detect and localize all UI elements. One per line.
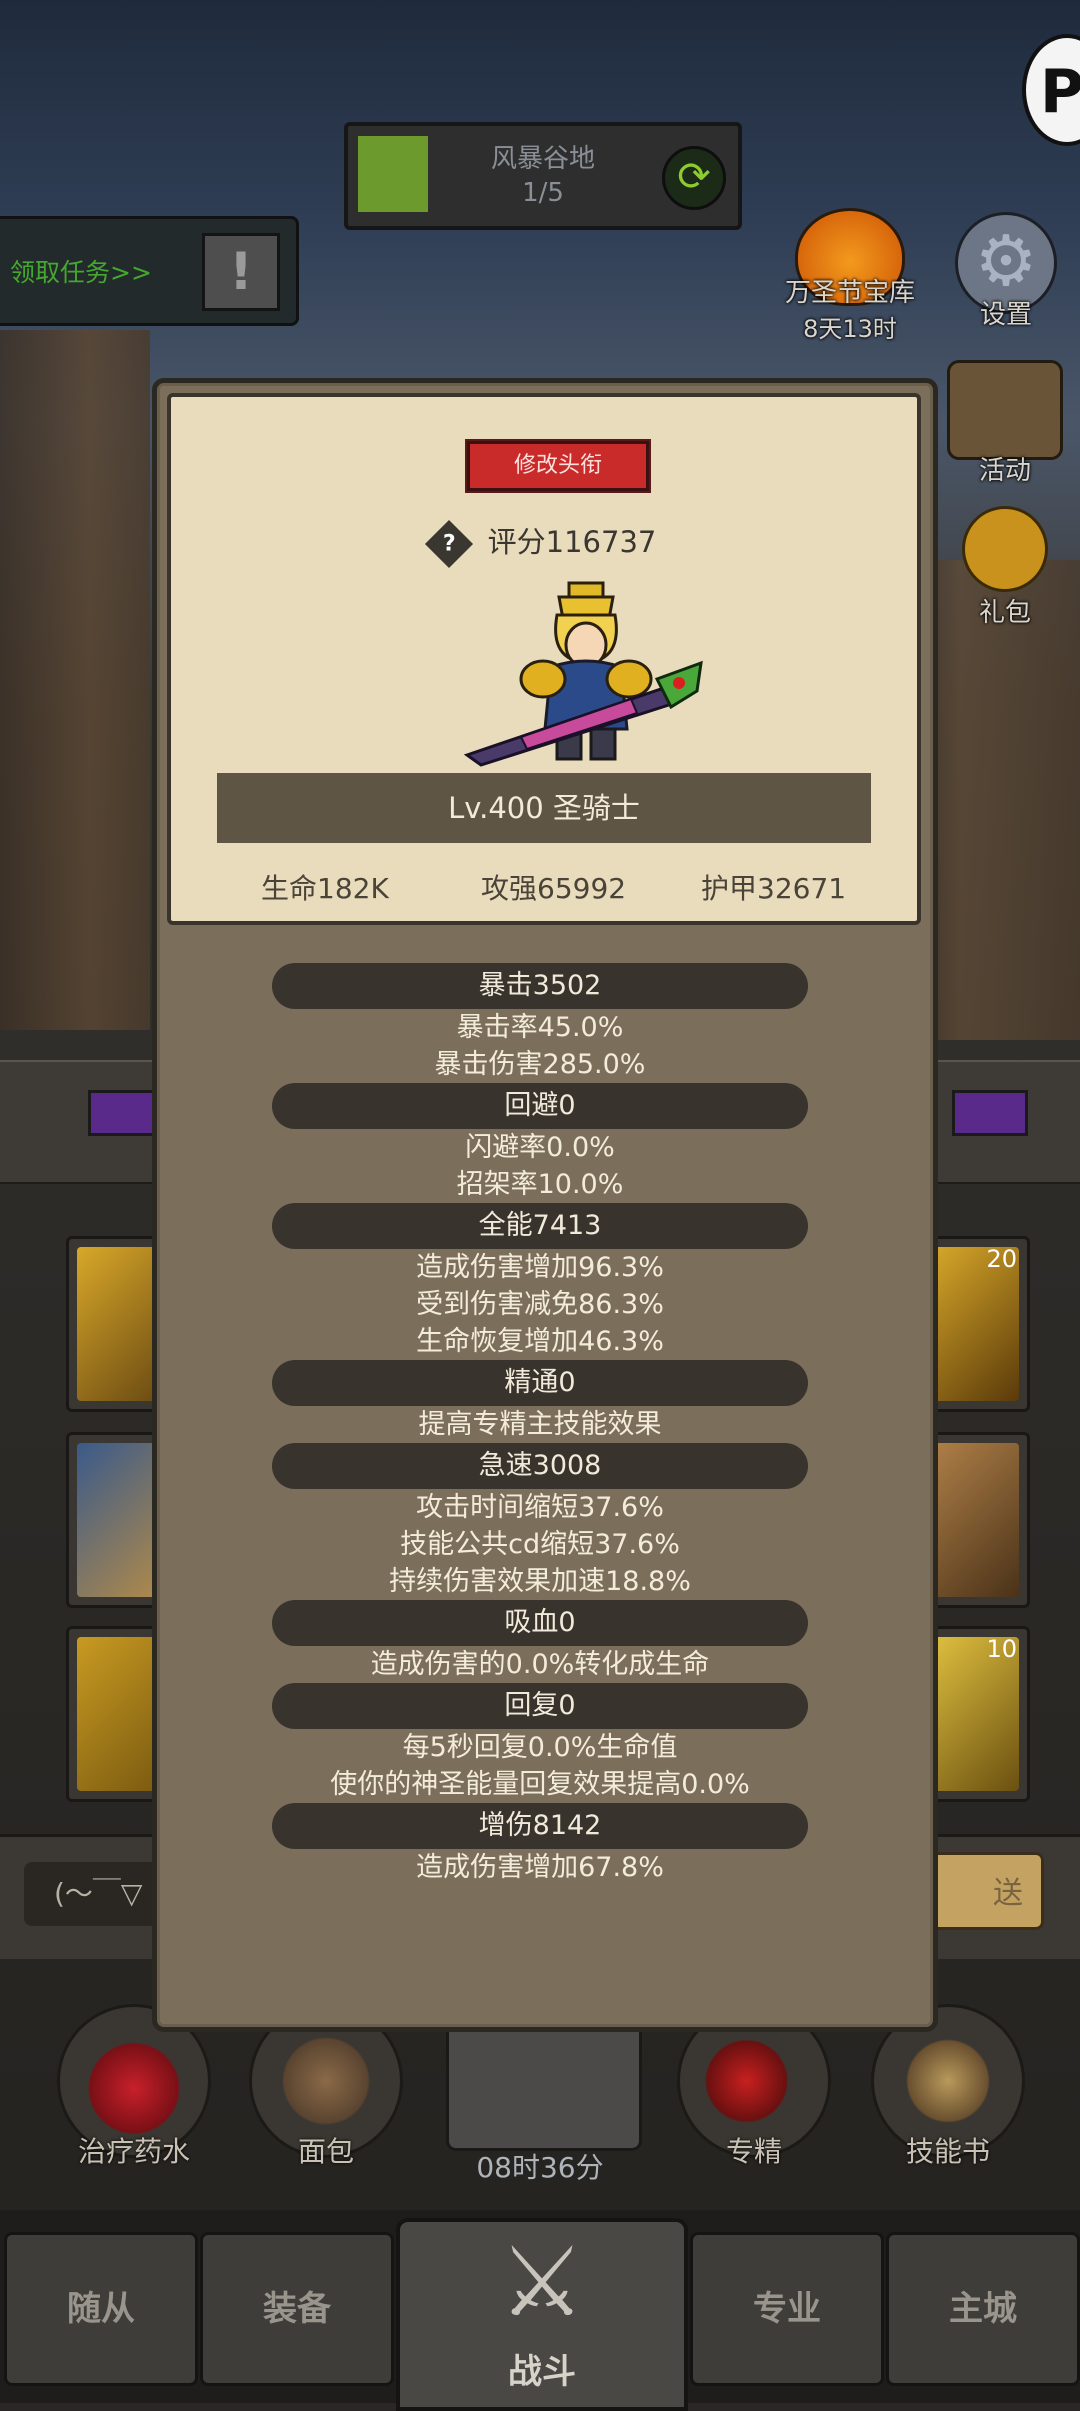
send-button[interactable]: 送 — [930, 1852, 1044, 1930]
score-value: 评分116737 — [487, 525, 657, 559]
attribute-header: 增伤8142 — [272, 1803, 808, 1849]
score-row: ? 评分116737 — [171, 519, 917, 569]
stat-attack: 攻强65992 — [481, 872, 627, 905]
attribute-detail: 生命恢复增加46.3% — [416, 1326, 664, 1357]
gift-icon — [962, 506, 1048, 592]
settings-button[interactable]: ⚙ 设置 — [946, 212, 1066, 331]
paladin-avatar — [463, 581, 703, 767]
activity-label: 活动 — [978, 456, 1031, 486]
slot-count: 10 — [986, 1635, 1017, 1663]
spec-label: 专精 — [725, 2135, 782, 2168]
activity-button[interactable]: 活动 — [940, 360, 1070, 487]
attribute-detail: 受到伤害减免86.3% — [416, 1289, 664, 1320]
attribute-list: 暴击3502 暴击率45.0% 暴击伤害285.0% 回避0 闪避率0.0% 招… — [167, 963, 913, 1886]
crossed-swords-icon: ⚔ — [498, 2226, 586, 2338]
rename-title-button[interactable]: 修改头衔 — [467, 441, 649, 491]
tab-city[interactable]: 主城 — [886, 2232, 1080, 2386]
attribute-detail: 提高专精主技能效果 — [418, 1409, 662, 1440]
attribute-header: 回复0 — [272, 1683, 808, 1729]
attribute-group: 增伤8142 造成伤害增加67.8% — [167, 1803, 913, 1886]
character-card: 修改头衔 ? 评分116737 Lv.400 圣骑士 生命182K 攻强65992… — [167, 393, 921, 925]
attribute-group: 暴击3502 暴击率45.0% 暴击伤害285.0% — [167, 963, 913, 1083]
attribute-header: 吸血0 — [272, 1600, 808, 1646]
attribute-group: 急速3008 攻击时间缩短37.6% 技能公共cd缩短37.6% 持续伤害效果加… — [167, 1443, 913, 1600]
attribute-header: 全能7413 — [272, 1203, 808, 1249]
attribute-header: 急速3008 — [272, 1443, 808, 1489]
halloween-vault-button[interactable]: 万圣节宝库 8天13时 — [780, 208, 920, 344]
quest-label: 领取任务>> — [10, 258, 152, 287]
attribute-detail: 使你的神圣能量回复效果提高0.0% — [330, 1769, 750, 1800]
attribute-detail: 攻击时间缩短37.6% — [416, 1492, 664, 1523]
attribute-detail: 造成伤害增加67.8% — [416, 1852, 664, 1883]
potion-label: 治疗药水 — [77, 2135, 190, 2168]
stat-armor: 护甲32671 — [701, 872, 847, 905]
stat-hp: 生命182K — [261, 872, 389, 905]
attribute-group: 精通0 提高专精主技能效果 — [167, 1360, 913, 1443]
attribute-detail: 造成伤害增加96.3% — [416, 1252, 664, 1283]
tab-profession[interactable]: 专业 — [690, 2232, 884, 2386]
slot-count: 20 — [986, 1245, 1017, 1273]
attribute-group: 回复0 每5秒回复0.0%生命值 使你的神圣能量回复效果提高0.0% — [167, 1683, 913, 1803]
attribute-group: 全能7413 造成伤害增加96.3% 受到伤害减免86.3% 生命恢复增加46.… — [167, 1203, 913, 1360]
tab-followers[interactable]: 随从 — [4, 2232, 198, 2386]
tab-battle[interactable]: ⚔ 战斗 — [396, 2218, 688, 2411]
zone-progress: 1/5 — [522, 178, 564, 208]
quest-button[interactable]: 领取任务>> ! — [0, 216, 299, 326]
halloween-label: 万圣节宝库 — [784, 278, 915, 308]
gift-button[interactable]: 礼包 — [950, 506, 1060, 629]
exp-bar-right — [952, 1090, 1028, 1136]
attribute-detail: 招架率10.0% — [456, 1169, 624, 1200]
attribute-group: 吸血0 造成伤害的0.0%转化成生命 — [167, 1600, 913, 1683]
notice-board-icon — [947, 360, 1063, 460]
attribute-detail: 持续伤害效果加速18.8% — [389, 1566, 691, 1597]
character-info-panel: 修改头衔 ? 评分116737 Lv.400 圣骑士 生命182K 攻强65992… — [152, 378, 938, 2032]
zone-indicator: 风暴谷地 1/5 ⟳ — [344, 122, 742, 230]
attribute-header: 回避0 — [272, 1083, 808, 1129]
chest-timer: 08时36分 — [476, 2151, 604, 2184]
scenery-left — [0, 330, 150, 1030]
zone-progress-fill — [358, 136, 428, 212]
attribute-detail: 每5秒回复0.0%生命值 — [402, 1732, 678, 1763]
bread-label: 面包 — [297, 2135, 354, 2168]
help-icon[interactable]: ? — [424, 519, 473, 569]
tab-battle-label: 战斗 — [508, 2352, 576, 2392]
attribute-detail: 造成伤害的0.0%转化成生命 — [370, 1649, 710, 1680]
attribute-header: 精通0 — [272, 1360, 808, 1406]
attribute-detail: 暴击率45.0% — [456, 1012, 624, 1043]
settings-label: 设置 — [979, 300, 1032, 330]
attribute-header: 暴击3502 — [272, 963, 808, 1009]
refresh-icon[interactable]: ⟳ — [662, 146, 726, 210]
attribute-detail: 技能公共cd缩短37.6% — [400, 1529, 680, 1560]
attribute-group: 回避0 闪避率0.0% 招架率10.0% — [167, 1083, 913, 1203]
chat-input[interactable]: (～￣▽ — [24, 1862, 170, 1926]
level-class-band: Lv.400 圣骑士 — [217, 773, 871, 843]
base-stats: 生命182K 攻强65992 护甲32671 — [171, 867, 917, 907]
attribute-detail: 闪避率0.0% — [465, 1132, 615, 1163]
skillbook-label: 技能书 — [905, 2135, 990, 2168]
exclamation-icon: ! — [202, 233, 280, 311]
attribute-detail: 暴击伤害285.0% — [434, 1049, 646, 1080]
gift-label: 礼包 — [978, 598, 1031, 628]
zone-name: 风暴谷地 — [490, 144, 595, 174]
halloween-timer: 8天13时 — [803, 315, 897, 343]
tab-equipment[interactable]: 装备 — [200, 2232, 394, 2386]
